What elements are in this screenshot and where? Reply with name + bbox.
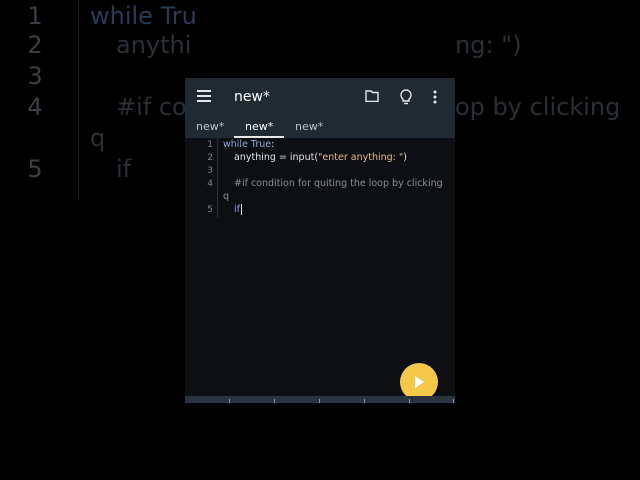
- line-number: 1: [207, 140, 213, 150]
- bg-gutter-divider: [78, 0, 79, 200]
- code-text: anything = input(: [234, 152, 319, 163]
- code-line-1: while True:: [223, 139, 274, 150]
- tab-new-1[interactable]: new*: [196, 120, 224, 133]
- hamburger-menu-icon[interactable]: [197, 90, 211, 102]
- code-line-4: #if condition for quiting the loop by cl…: [234, 178, 443, 189]
- more-options-icon[interactable]: [432, 89, 438, 105]
- bg-line-number: 2: [27, 31, 43, 59]
- code-line-4-wrap: q: [223, 191, 230, 202]
- app-toolbar: new*: [185, 78, 455, 116]
- bg-line-number: 1: [27, 2, 43, 30]
- gutter-divider: [217, 138, 218, 218]
- phone-screen: new* new* new* new* 1 2 3 4 5 while True…: [185, 78, 455, 403]
- bg-code-line: #if co: [116, 93, 187, 121]
- keyword: if: [234, 204, 240, 215]
- code-text: ): [403, 152, 407, 163]
- text-cursor: [240, 204, 242, 215]
- line-number: 5: [207, 205, 213, 215]
- line-number: 4: [207, 179, 213, 189]
- code-line-2: anything = input("enter anything: "): [234, 152, 407, 163]
- bg-code-fragment: op by clicking: [455, 93, 621, 121]
- line-number: 3: [207, 166, 213, 176]
- bg-line-number: 5: [27, 155, 43, 183]
- code-editor[interactable]: 1 2 3 4 5 while True: anything = input("…: [185, 138, 455, 396]
- folder-icon[interactable]: [365, 90, 379, 102]
- bg-wrap-q: q: [90, 124, 106, 152]
- string-literal: "enter anything: ": [318, 152, 404, 163]
- bg-code-line: if: [116, 155, 132, 183]
- keyword: while True: [223, 139, 272, 150]
- bg-code-line: anythi: [116, 31, 192, 59]
- bg-line-number: 4: [27, 93, 43, 121]
- tab-new-2[interactable]: new*: [245, 120, 273, 133]
- bg-code-line: while Tru: [90, 2, 197, 30]
- play-icon: [415, 376, 424, 388]
- document-title: new*: [234, 89, 270, 105]
- bg-code-fragment: ng: "): [455, 31, 522, 59]
- code-text: :: [271, 139, 275, 150]
- lightbulb-icon[interactable]: [399, 89, 413, 105]
- tab-new-3[interactable]: new*: [295, 120, 323, 133]
- bottom-scroll-bar: [185, 396, 455, 403]
- code-line-5: if: [234, 204, 242, 215]
- file-tabs: new* new* new*: [185, 116, 455, 138]
- bg-line-number: 3: [27, 62, 43, 90]
- line-number: 2: [207, 153, 213, 163]
